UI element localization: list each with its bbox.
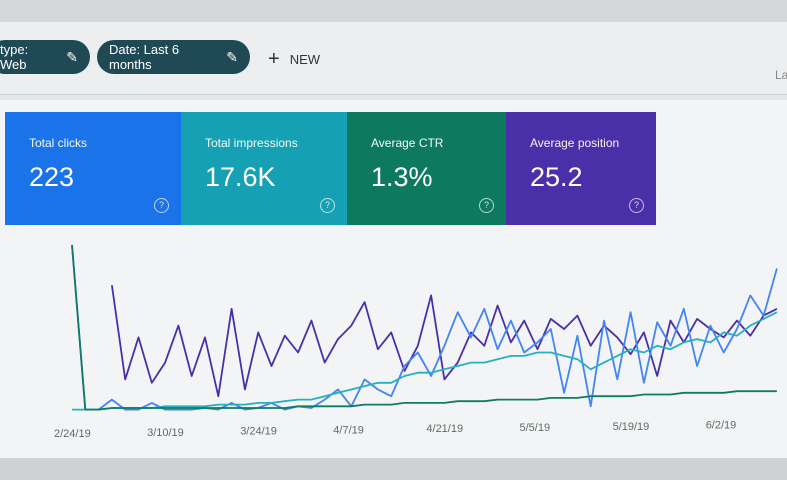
x-tick-label: 4/21/19 [426, 423, 463, 435]
plus-icon: + [268, 48, 280, 70]
pencil-icon[interactable]: ✎ [226, 49, 238, 66]
x-tick-label: 5/19/19 [613, 421, 650, 433]
chip-label: type: Web [0, 42, 29, 72]
new-label: NEW [289, 52, 321, 67]
date-filter-chip[interactable]: Date: Last 6 months ✎ [97, 40, 250, 74]
metric-label: Average CTR [371, 136, 444, 150]
metric-card-average-position[interactable]: Average position 25.2 ? [506, 112, 656, 225]
x-tick-label: 5/5/19 [520, 422, 551, 434]
metric-value: 25.2 [530, 162, 583, 192]
new-filter-button[interactable]: + NEW [268, 48, 320, 71]
metric-value: 223 [29, 162, 75, 192]
metric-card-total-clicks[interactable]: Total clicks 223 ? [5, 112, 181, 225]
metric-card-total-impressions[interactable]: Total impressions 17.6K ? [181, 112, 347, 225]
top-strip [0, 0, 787, 22]
x-tick-label: 6/2/19 [706, 420, 737, 432]
pencil-icon[interactable]: ✎ [66, 49, 78, 66]
metric-card-average-ctr[interactable]: Average CTR 1.3% ? [347, 112, 506, 225]
help-icon[interactable]: ? [629, 198, 644, 213]
metric-value: 17.6K [205, 162, 276, 192]
chip-label: Date: Last 6 months [109, 42, 180, 72]
metric-label: Total clicks [29, 136, 88, 150]
x-tick-label: 3/24/19 [240, 426, 277, 438]
x-tick-label: 3/10/19 [147, 427, 184, 439]
bottom-strip [0, 458, 787, 480]
help-icon[interactable]: ? [479, 198, 494, 213]
x-tick-label: 2/24/19 [54, 428, 91, 440]
x-tick-label: 4/7/19 [333, 424, 364, 436]
help-icon[interactable]: ? [154, 198, 169, 213]
performance-chart[interactable]: 2/24/19 3/10/19 3/24/19 4/7/19 4/21/19 5/5/19… [0, 230, 787, 450]
metric-value: 1.3% [371, 162, 433, 192]
filter-bar: type: Web ✎ Date: Last 6 months ✎ + NEW … [0, 22, 787, 95]
truncated-text: La [775, 68, 787, 82]
help-icon[interactable]: ? [320, 198, 335, 213]
search-type-filter-chip[interactable]: type: Web ✎ [0, 40, 90, 74]
series-line-0 [111, 285, 778, 398]
metric-label: Average position [530, 136, 620, 150]
metric-label: Total impressions [205, 136, 298, 150]
